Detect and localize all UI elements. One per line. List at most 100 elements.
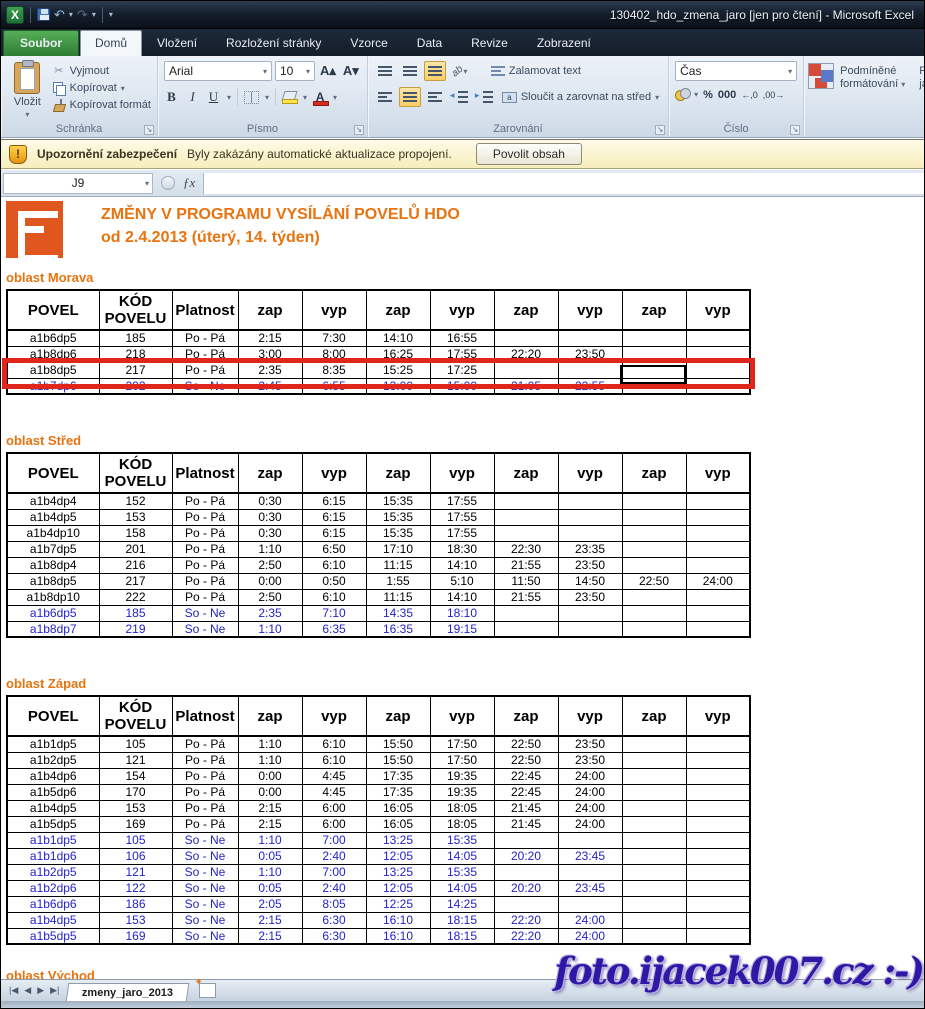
cell[interactable]: 17:55 (430, 509, 494, 525)
cell[interactable]: a1b4dp10 (7, 525, 99, 541)
cell[interactable]: a1b8dp7 (7, 621, 99, 637)
save-icon[interactable] (37, 8, 50, 21)
cell[interactable]: a1b4dp5 (7, 509, 99, 525)
cell[interactable]: 1:10 (238, 752, 302, 768)
cell[interactable] (622, 589, 686, 605)
cell[interactable]: a1b5dp5 (7, 816, 99, 832)
column-header[interactable]: POVEL (7, 290, 99, 330)
column-header[interactable]: Platnost (172, 453, 238, 493)
column-header[interactable]: vyp (430, 696, 494, 736)
cell[interactable]: 15:50 (366, 736, 430, 752)
column-header[interactable]: zap (238, 453, 302, 493)
cell[interactable]: 6:00 (302, 800, 366, 816)
cell[interactable]: 1:10 (238, 864, 302, 880)
dialog-launcher-icon[interactable]: ↘ (790, 125, 800, 135)
cell[interactable]: 24:00 (558, 800, 622, 816)
insert-function-icon[interactable]: ƒx (183, 175, 195, 191)
cell[interactable]: a1b5dp6 (7, 784, 99, 800)
cell[interactable]: 185 (99, 330, 172, 346)
cell[interactable] (686, 896, 750, 912)
cell[interactable] (494, 896, 558, 912)
cell[interactable]: Po - Pá (172, 768, 238, 784)
cell[interactable]: 22:50 (622, 573, 686, 589)
column-header[interactable]: KÓD POVELU (99, 453, 172, 493)
cell[interactable]: 0:50 (302, 573, 366, 589)
cell[interactable] (622, 493, 686, 509)
cell[interactable]: 17:35 (366, 784, 430, 800)
cell[interactable]: 18:10 (430, 605, 494, 621)
cell[interactable]: Po - Pá (172, 589, 238, 605)
cell[interactable]: 11:15 (366, 557, 430, 573)
cell[interactable]: 2:15 (238, 800, 302, 816)
cell[interactable]: 16:10 (366, 928, 430, 944)
cell[interactable]: 0:00 (238, 573, 302, 589)
cell[interactable]: 14:25 (430, 896, 494, 912)
column-header[interactable]: POVEL (7, 696, 99, 736)
cell[interactable]: 122 (99, 880, 172, 896)
column-header[interactable]: vyp (558, 290, 622, 330)
cell[interactable]: 158 (99, 525, 172, 541)
cell[interactable]: 2:15 (238, 330, 302, 346)
bold-button[interactable]: B (164, 89, 179, 105)
ribbon-tab[interactable]: Data (403, 31, 456, 56)
cell[interactable]: 2:15 (238, 928, 302, 944)
cell[interactable] (686, 864, 750, 880)
cell[interactable]: 2:50 (238, 557, 302, 573)
cell[interactable]: 8:05 (302, 896, 366, 912)
first-sheet-icon[interactable]: |◀ (7, 985, 20, 996)
ribbon-tab[interactable]: Zobrazení (523, 31, 605, 56)
cell[interactable] (686, 736, 750, 752)
cell[interactable]: Po - Pá (172, 800, 238, 816)
cell[interactable]: So - Ne (172, 880, 238, 896)
formula-input[interactable] (203, 173, 924, 194)
wrap-text-button[interactable]: Zalamovat text (488, 64, 584, 78)
cell[interactable]: 15:35 (366, 525, 430, 541)
chevron-down-icon[interactable]: ▾ (333, 93, 337, 102)
cell[interactable] (622, 800, 686, 816)
cell[interactable] (686, 848, 750, 864)
dialog-launcher-icon[interactable]: ↘ (144, 125, 154, 135)
cell[interactable]: 106 (99, 848, 172, 864)
cell[interactable]: 20:20 (494, 848, 558, 864)
cell[interactable]: 2:35 (238, 605, 302, 621)
sheet-tab[interactable]: zmeny_jaro_2013 (66, 983, 190, 1002)
cell[interactable]: 14:05 (430, 880, 494, 896)
cell[interactable]: 22:50 (494, 752, 558, 768)
italic-button[interactable]: I (185, 89, 200, 105)
cell[interactable]: 2:40 (302, 848, 366, 864)
cut-button[interactable]: ✂ Vyjmout (50, 63, 153, 78)
cell[interactable]: a1b6dp5 (7, 330, 99, 346)
cell[interactable] (622, 330, 686, 346)
column-header[interactable]: Platnost (172, 290, 238, 330)
cell[interactable]: 217 (99, 573, 172, 589)
cell[interactable]: 153 (99, 509, 172, 525)
name-box[interactable]: J9 ▾ (3, 173, 153, 194)
cell[interactable]: 4:45 (302, 784, 366, 800)
column-header[interactable]: vyp (686, 453, 750, 493)
dialog-launcher-icon[interactable]: ↘ (354, 125, 364, 135)
cell[interactable] (622, 621, 686, 637)
cell[interactable] (622, 864, 686, 880)
cell[interactable]: 6:15 (302, 493, 366, 509)
cell[interactable]: So - Ne (172, 864, 238, 880)
cell[interactable]: 1:10 (238, 621, 302, 637)
cell[interactable] (622, 928, 686, 944)
insert-worksheet-icon[interactable] (199, 983, 216, 998)
cell[interactable]: 23:50 (558, 752, 622, 768)
cell[interactable]: 13:25 (366, 864, 430, 880)
cell[interactable]: 22:30 (494, 541, 558, 557)
cell[interactable]: 14:50 (558, 573, 622, 589)
cell[interactable]: 16:10 (366, 912, 430, 928)
cell[interactable]: a1b8dp5 (7, 573, 99, 589)
cell[interactable]: 152 (99, 493, 172, 509)
cell[interactable]: 0:05 (238, 880, 302, 896)
cell[interactable] (686, 605, 750, 621)
grow-font-button[interactable]: A▴ (318, 63, 338, 79)
cell[interactable]: 2:50 (238, 589, 302, 605)
cell[interactable]: 170 (99, 784, 172, 800)
cell[interactable] (622, 784, 686, 800)
cell[interactable]: a1b6dp6 (7, 896, 99, 912)
cell[interactable]: So - Ne (172, 928, 238, 944)
cell[interactable]: 17:55 (430, 493, 494, 509)
cell[interactable]: 7:10 (302, 605, 366, 621)
